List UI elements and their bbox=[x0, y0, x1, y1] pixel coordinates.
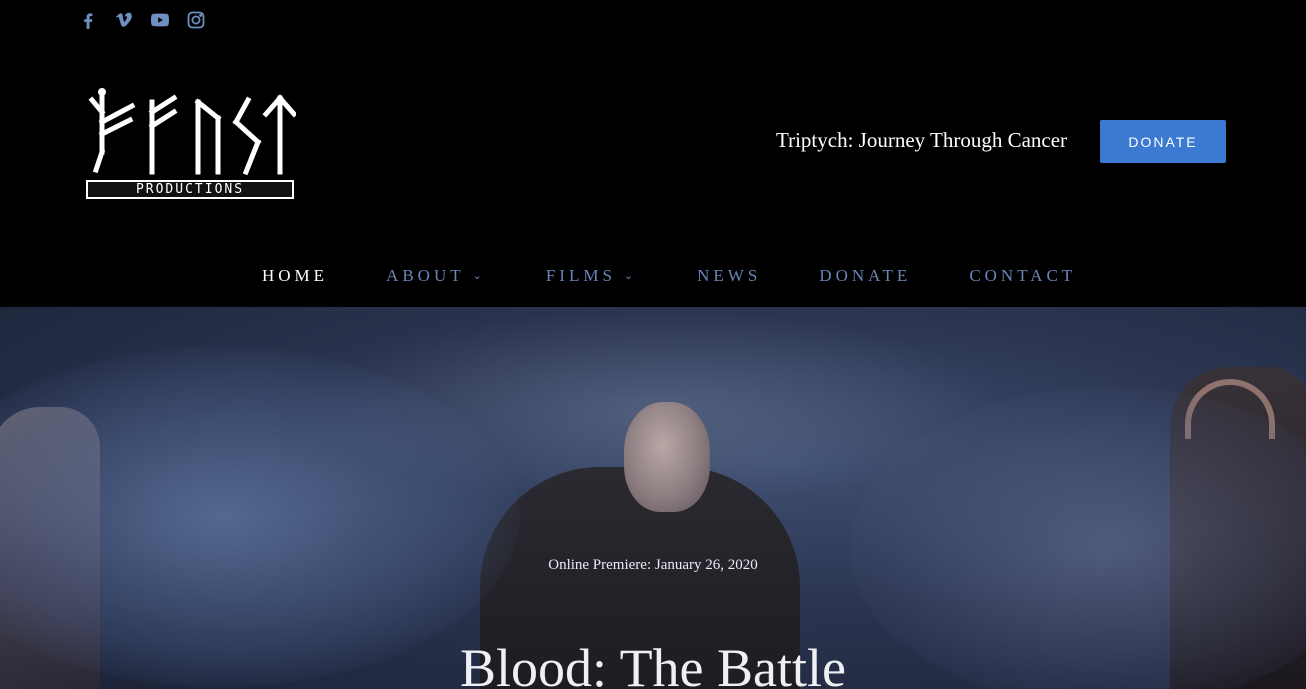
hero-title: Blood: The Battle bbox=[460, 638, 846, 689]
main-navigation: HOME ABOUT ⌄ FILMS ⌄ NEWS DONATE CONTACT bbox=[0, 254, 1306, 298]
vimeo-icon[interactable] bbox=[114, 10, 134, 30]
chevron-down-icon: ⌄ bbox=[623, 269, 638, 282]
nav-item-news[interactable]: NEWS bbox=[697, 266, 761, 286]
logo-runes bbox=[88, 88, 298, 176]
nav-item-contact[interactable]: CONTACT bbox=[969, 266, 1076, 286]
facebook-icon[interactable] bbox=[78, 10, 98, 30]
header-tagline-link[interactable]: Triptych: Journey Through Cancer bbox=[776, 128, 1067, 153]
nav-item-donate[interactable]: DONATE bbox=[819, 266, 911, 286]
logo-subtitle: PRODUCTIONS bbox=[86, 180, 294, 199]
hero-banner: Online Premiere: January 26, 2020 Blood:… bbox=[0, 307, 1306, 689]
top-bar bbox=[0, 0, 1306, 44]
nav-item-label: DONATE bbox=[819, 266, 912, 285]
nav-item-label: HOME bbox=[262, 266, 329, 285]
nav-item-label: NEWS bbox=[697, 266, 762, 285]
social-links bbox=[78, 10, 206, 30]
youtube-icon[interactable] bbox=[150, 10, 170, 30]
nav-item-films[interactable]: FILMS ⌄ bbox=[546, 266, 637, 286]
nav-item-label: FILMS bbox=[545, 266, 616, 285]
hero-figure-head bbox=[624, 402, 710, 512]
instagram-icon[interactable] bbox=[186, 10, 206, 30]
hero-subtitle: Online Premiere: January 26, 2020 bbox=[548, 557, 758, 573]
chevron-down-icon: ⌄ bbox=[472, 269, 486, 282]
donate-button[interactable]: DONATE bbox=[1100, 120, 1226, 163]
nav-list: HOME ABOUT ⌄ FILMS ⌄ NEWS DONATE CONTACT bbox=[262, 266, 1076, 286]
nav-item-label: ABOUT bbox=[386, 266, 465, 285]
nav-item-label: CONTACT bbox=[969, 266, 1077, 285]
site-logo[interactable]: PRODUCTIONS bbox=[86, 82, 298, 202]
nav-item-about[interactable]: ABOUT ⌄ bbox=[386, 266, 486, 286]
nav-item-home[interactable]: HOME bbox=[262, 266, 328, 286]
